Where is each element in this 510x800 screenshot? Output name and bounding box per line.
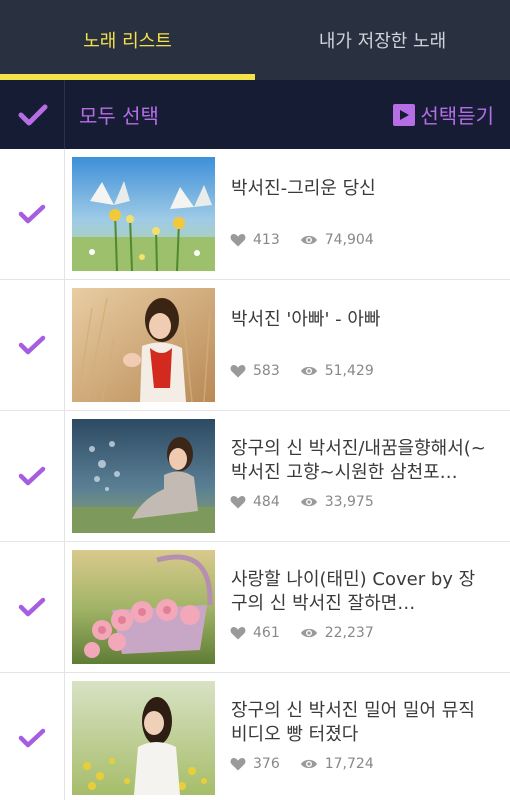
eye-icon [300,366,317,376]
like-count: 413 [253,232,280,248]
song-thumbnail[interactable] [72,550,215,664]
song-row[interactable]: 박서진-그리운 당신 413 74,904 [0,149,510,280]
song-row[interactable]: 박서진 '아빠' - 아빠 583 51,429 [0,280,510,411]
check-icon [18,597,46,617]
song-checkbox[interactable] [0,542,64,672]
song-checkbox[interactable] [0,280,64,410]
check-icon [18,728,46,748]
eye-icon [300,628,317,638]
row-divider [64,411,65,541]
tab-song-list-label: 노래 리스트 [83,31,172,52]
song-checkbox[interactable] [0,411,64,541]
view-count: 33,975 [324,494,374,510]
song-checkbox[interactable] [0,149,64,279]
check-icon [18,466,46,486]
heart-icon [230,758,246,771]
song-title[interactable]: 장구의 신 박서진/내꿈을향해서(~박서진 고향~시원한 삼천포… [231,437,491,485]
heart-icon [230,234,246,247]
tab-my-saved-songs[interactable]: 내가 저장한 노래 [255,0,510,80]
select-bar: 모두 선택 선택듣기 [0,80,510,149]
select-all-checkbox[interactable] [0,80,65,149]
row-divider [64,149,65,279]
view-count: 17,724 [324,756,374,772]
select-bar-divider [64,80,65,149]
like-count: 484 [253,494,280,510]
heart-icon [230,365,246,378]
select-all-button[interactable]: 모두 선택 [79,80,159,149]
song-title[interactable]: 사랑할 나이(태민) Cover by 장구의 신 박서진 잘하면… [231,568,491,616]
song-stats: 376 17,724 [230,756,394,772]
tab-my-saved-songs-label: 내가 저장한 노래 [318,31,447,52]
check-icon [18,204,46,224]
eye-icon [300,497,317,507]
view-count: 51,429 [324,363,374,379]
row-divider [64,280,65,410]
tab-song-list[interactable]: 노래 리스트 [0,0,255,80]
row-divider [64,673,65,800]
song-thumbnail[interactable] [72,419,215,533]
row-divider [64,542,65,672]
play-icon [393,103,416,126]
song-row[interactable]: 장구의 신 박서진 밀어 밀어 뮤직 비디오 빵 터졌다 376 17,724 [0,673,510,800]
song-list: 박서진-그리운 당신 413 74,904 박서진 '아빠' - 아빠 583 … [0,149,510,800]
song-stats: 484 33,975 [230,494,394,510]
song-stats: 583 51,429 [230,363,394,379]
song-title[interactable]: 장구의 신 박서진 밀어 밀어 뮤직 비디오 빵 터졌다 [231,699,491,747]
play-selected-label: 선택듣기 [420,104,494,128]
song-thumbnail[interactable] [72,288,215,402]
heart-icon [230,627,246,640]
song-row[interactable]: 장구의 신 박서진/내꿈을향해서(~박서진 고향~시원한 삼천포… 484 33… [0,411,510,542]
song-row[interactable]: 사랑할 나이(태민) Cover by 장구의 신 박서진 잘하면… 461 2… [0,542,510,673]
song-title[interactable]: 박서진-그리운 당신 [231,177,491,201]
like-count: 583 [253,363,280,379]
song-stats: 413 74,904 [230,232,394,248]
eye-icon [300,235,317,245]
like-count: 376 [253,756,280,772]
check-icon [18,104,47,125]
song-stats: 461 22,237 [230,625,394,641]
eye-icon [300,759,317,769]
heart-icon [230,496,246,509]
like-count: 461 [253,625,280,641]
view-count: 22,237 [324,625,374,641]
check-icon [18,335,46,355]
play-selected-button[interactable]: 선택듣기 [393,80,494,149]
song-checkbox[interactable] [0,673,64,800]
song-thumbnail[interactable] [72,157,215,271]
tab-bar: 노래 리스트 내가 저장한 노래 [0,0,510,80]
view-count: 74,904 [324,232,374,248]
song-thumbnail[interactable] [72,681,215,795]
song-title[interactable]: 박서진 '아빠' - 아빠 [231,308,491,332]
